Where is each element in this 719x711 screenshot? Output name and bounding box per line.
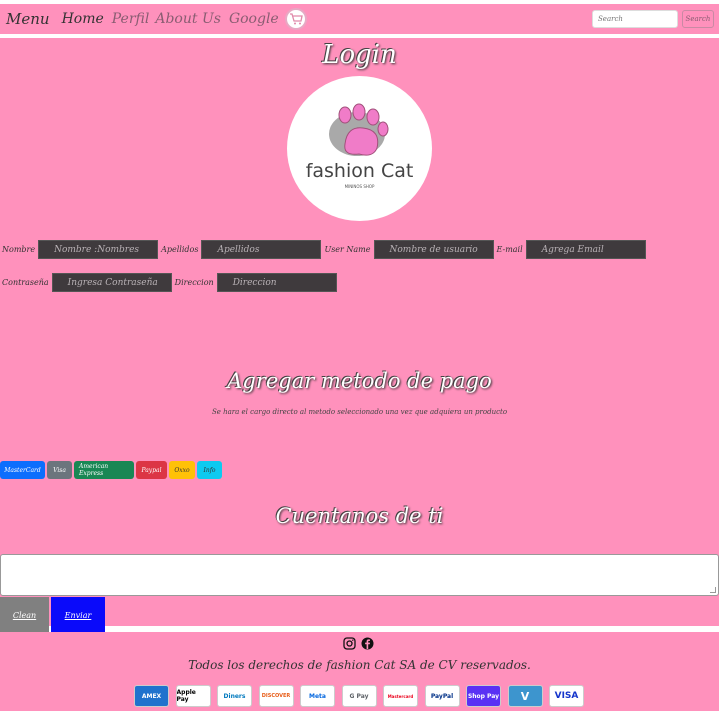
payment-title: Agregar metodo de pago (227, 369, 492, 393)
mastercard-button[interactable]: MasterCard (0, 461, 45, 479)
main-section: Login fashion Cat MININOS SHOP Nombre No… (0, 38, 719, 633)
nombre-field[interactable]: Nombre :Nombres (38, 240, 159, 259)
search-input[interactable] (592, 10, 678, 28)
mastercard-card-icon: Mastercard (383, 685, 418, 707)
label-username: User Name (324, 245, 371, 254)
gpay-card-icon: G Pay (341, 685, 377, 707)
logo-text: fashion Cat (305, 160, 414, 182)
venmo-card-icon: V (507, 685, 543, 707)
email-field[interactable]: Agrega Email (525, 240, 646, 259)
oxxo-button[interactable]: Oxxo (169, 461, 195, 479)
applepay-card-icon: Apple Pay (175, 685, 211, 707)
visa-card-icon: VISA (549, 685, 584, 707)
footer: Todos los derechos de fashion Cat SA de … (0, 632, 719, 711)
amex-button[interactable]: American Express (74, 461, 134, 479)
info-button[interactable]: Info (197, 461, 222, 479)
nav-link-google[interactable]: Google (229, 11, 279, 27)
feedback-textarea[interactable] (0, 554, 719, 596)
search-button[interactable]: Search (682, 10, 714, 28)
payment-subtitle: Se hara el cargo directo al metodo selec… (211, 408, 508, 416)
shoppay-card-icon: Shop Pay (466, 685, 501, 707)
amex-card-icon: AMEX (134, 685, 169, 707)
nav-link-home[interactable]: Home (62, 11, 104, 27)
label-direccion: Direccion (174, 278, 214, 287)
logo-subtext: MININOS SHOP (344, 184, 375, 189)
cart-icon[interactable] (284, 8, 307, 30)
nav-brand[interactable]: Menu (6, 10, 50, 28)
nav-link-about[interactable]: About Us (155, 11, 221, 27)
send-button[interactable]: Enviar (51, 597, 105, 633)
login-title: Login (322, 40, 397, 70)
apellidos-field[interactable]: Apellidos (201, 240, 322, 259)
label-apellidos: Apellidos (161, 245, 199, 254)
meta-card-icon: Meta (300, 685, 335, 707)
instagram-icon[interactable] (343, 635, 356, 650)
resize-handle-icon[interactable] (710, 587, 716, 593)
facebook-icon[interactable] (361, 635, 374, 650)
label-nombre: Nombre (2, 245, 36, 254)
clean-button[interactable]: Clean (0, 597, 49, 633)
logo: fashion Cat MININOS SHOP (287, 76, 432, 221)
discover-card-icon: DISCOVER (258, 685, 294, 707)
navbar: Menu Home Perfil About Us Google Search (0, 4, 719, 34)
paypal-card-icon: PayPal (424, 685, 460, 707)
social-links (343, 635, 379, 650)
search-form: Search (592, 10, 714, 28)
feedback-title: Cuentanos de ti (275, 504, 444, 528)
label-contrasena: Contraseña (2, 278, 49, 287)
username-field[interactable]: Nombre de usuario (373, 240, 494, 259)
visa-button[interactable]: Visa (47, 461, 72, 479)
payment-buttons: MasterCard Visa American Express Paypal … (0, 461, 224, 479)
payment-cards: AMEX Apple Pay Diners DISCOVER Meta G Pa… (134, 685, 591, 707)
form-row-1: Nombre Nombre :Nombres Apellidos Apellid… (2, 240, 649, 259)
paypal-button[interactable]: Paypal (136, 461, 167, 479)
password-field[interactable]: Ingresa Contraseña (51, 273, 172, 292)
form-row-2: Contraseña Ingresa Contraseña Direccion … (2, 273, 340, 292)
copyright-text: Todos los derechos de fashion Cat SA de … (188, 658, 531, 672)
diners-card-icon: Diners (217, 685, 252, 707)
nav-link-perfil[interactable]: Perfil (112, 11, 150, 27)
label-email: E-mail (496, 245, 523, 254)
direccion-field[interactable]: Direccion (216, 273, 337, 292)
